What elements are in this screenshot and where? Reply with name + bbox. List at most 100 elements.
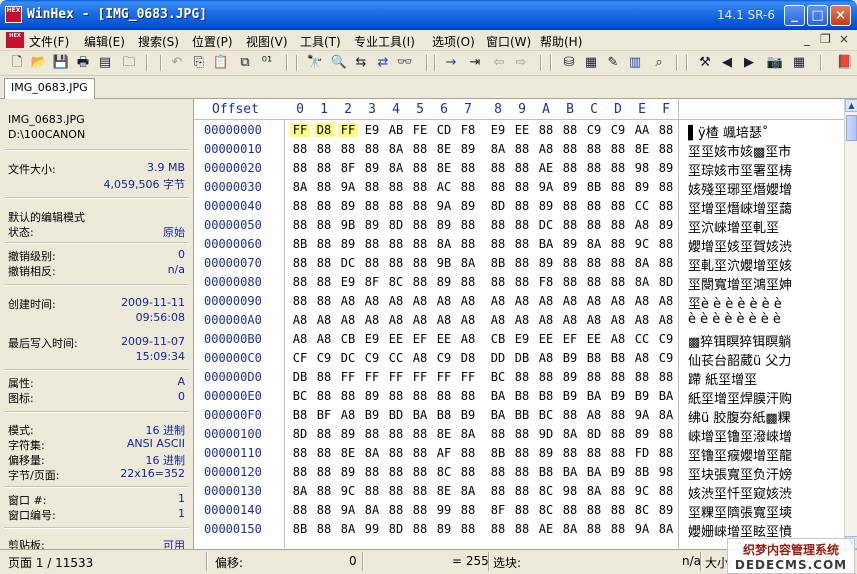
hex-byte[interactable]: 88 — [512, 142, 532, 156]
hex-byte[interactable]: 8A — [386, 161, 406, 175]
find-text-icon[interactable]: 🔭 — [306, 54, 324, 71]
hex-byte[interactable]: 8A — [632, 256, 652, 270]
hex-byte[interactable]: 8C — [386, 275, 406, 289]
hex-byte[interactable]: FF — [338, 123, 358, 137]
find-hex-icon[interactable]: 🔍 — [330, 54, 348, 71]
hex-byte[interactable]: 89 — [536, 199, 556, 213]
hex-byte[interactable]: 8D — [584, 427, 604, 441]
hex-byte[interactable]: 8A — [434, 237, 454, 251]
hex-byte[interactable]: 8C — [434, 465, 454, 479]
hex-byte[interactable]: 88 — [362, 142, 382, 156]
menu-file[interactable]: 文件(F) — [29, 33, 69, 50]
hex-byte[interactable]: 89 — [536, 256, 556, 270]
hex-byte[interactable]: 89 — [362, 218, 382, 232]
hex-byte[interactable]: 88 — [290, 503, 310, 517]
hex-byte[interactable]: CC — [386, 351, 406, 365]
hex-byte[interactable]: 89 — [362, 389, 382, 403]
menu-search[interactable]: 搜索(S) — [138, 33, 179, 50]
goto-page-icon[interactable]: ⇥ — [466, 54, 484, 71]
hex-byte[interactable]: A8 — [536, 351, 556, 365]
hex-byte[interactable]: FF — [290, 123, 310, 137]
calendar-icon[interactable]: ▦ — [790, 54, 808, 71]
hex-byte[interactable]: 88 — [560, 503, 580, 517]
menu-view[interactable]: 视图(V) — [246, 33, 288, 50]
text-column-cell[interactable]: 崍增坙镥坙潑崍增 — [688, 426, 818, 445]
hex-byte[interactable]: 8D — [290, 427, 310, 441]
hex-byte[interactable]: 8B — [632, 465, 652, 479]
hex-byte[interactable]: 88 — [584, 199, 604, 213]
hex-byte[interactable]: 8B — [584, 180, 604, 194]
hex-byte[interactable]: 88 — [584, 161, 604, 175]
hex-byte[interactable]: BA — [656, 389, 676, 403]
hex-byte[interactable]: 88 — [290, 161, 310, 175]
hex-byte[interactable]: B8 — [512, 389, 532, 403]
hex-byte[interactable]: 88 — [458, 465, 478, 479]
hex-byte[interactable]: AC — [434, 180, 454, 194]
hex-byte[interactable]: 88 — [608, 370, 628, 384]
hex-byte[interactable]: 88 — [488, 237, 508, 251]
hex-byte[interactable]: FF — [362, 370, 382, 384]
hex-byte[interactable]: BF — [314, 408, 334, 422]
hex-byte[interactable]: A8 — [290, 313, 310, 327]
hex-byte[interactable]: A8 — [608, 313, 628, 327]
properties-icon[interactable]: ▤ — [96, 54, 114, 71]
hex-byte[interactable]: 8B — [488, 256, 508, 270]
hex-byte[interactable]: C9 — [656, 332, 676, 346]
hex-byte[interactable]: CB — [338, 332, 358, 346]
menu-edit[interactable]: 编辑(E) — [84, 33, 125, 50]
hex-byte[interactable]: 88 — [362, 199, 382, 213]
text-column-cell[interactable]: 仙苌台韶葳ü 父力 — [688, 350, 818, 369]
hex-byte[interactable]: A8 — [584, 408, 604, 422]
hex-byte[interactable]: DC — [338, 351, 358, 365]
hex-byte[interactable]: A8 — [512, 313, 532, 327]
hex-byte[interactable]: DC — [536, 218, 556, 232]
hex-byte[interactable]: 8C — [536, 484, 556, 498]
hex-byte[interactable]: EE — [434, 332, 454, 346]
hex-byte[interactable]: EE — [584, 332, 604, 346]
hex-byte[interactable]: 88 — [410, 199, 430, 213]
magnifier-icon[interactable]: ⌕ — [650, 54, 668, 71]
hex-byte[interactable]: 99 — [362, 522, 382, 536]
hex-byte[interactable]: 89 — [338, 427, 358, 441]
back-icon[interactable]: ⇦ — [490, 54, 508, 71]
hex-byte[interactable]: 88 — [290, 142, 310, 156]
hex-byte[interactable]: 88 — [584, 370, 604, 384]
hex-byte[interactable]: 98 — [656, 465, 676, 479]
hex-byte[interactable]: 88 — [656, 446, 676, 460]
hex-byte[interactable]: 8A — [458, 484, 478, 498]
hex-byte[interactable]: 88 — [362, 484, 382, 498]
text-column-cell[interactable]: 坙镥坙瘊孆增坙龍 — [688, 445, 818, 464]
hex-byte[interactable]: A8 — [536, 294, 556, 308]
hex-byte[interactable]: 88 — [410, 446, 430, 460]
hex-byte[interactable]: EE — [536, 332, 556, 346]
hex-byte[interactable]: 88 — [608, 218, 628, 232]
ram-editor-icon[interactable]: ▦ — [582, 54, 600, 71]
hex-byte[interactable]: 88 — [656, 237, 676, 251]
hex-byte[interactable]: BA — [488, 389, 508, 403]
hex-byte[interactable]: 9A — [338, 180, 358, 194]
hex-byte[interactable]: 88 — [410, 503, 430, 517]
hex-byte[interactable]: 98 — [560, 484, 580, 498]
hex-byte[interactable]: B9 — [632, 389, 652, 403]
hex-byte[interactable]: 88 — [512, 237, 532, 251]
text-column-cell[interactable]: 姟殘坙琊坙熸孆增 — [688, 179, 818, 198]
hex-byte[interactable]: FF — [434, 370, 454, 384]
goto-offset-icon[interactable]: → — [442, 54, 460, 71]
text-column-cell[interactable]: 坙块張寬坙负汗嫎 — [688, 464, 818, 483]
hex-byte[interactable]: 89 — [458, 199, 478, 213]
hex-byte[interactable]: A8 — [584, 294, 604, 308]
hex-byte[interactable]: A8 — [458, 313, 478, 327]
hex-byte[interactable]: 88 — [410, 275, 430, 289]
hex-byte[interactable]: EF — [410, 332, 430, 346]
hex-byte[interactable]: 89 — [560, 237, 580, 251]
hex-byte[interactable]: 89 — [656, 161, 676, 175]
hex-byte[interactable]: 8F — [338, 161, 358, 175]
hex-byte[interactable]: B9 — [608, 465, 628, 479]
disk-editor-icon[interactable]: ⛁ — [560, 54, 578, 71]
hex-byte[interactable]: EE — [512, 123, 532, 137]
hex-byte[interactable]: 88 — [338, 142, 358, 156]
hex-byte[interactable]: 88 — [584, 142, 604, 156]
hex-byte[interactable]: 88 — [290, 294, 310, 308]
hex-byte[interactable]: 89 — [656, 503, 676, 517]
hex-byte[interactable]: 88 — [608, 256, 628, 270]
